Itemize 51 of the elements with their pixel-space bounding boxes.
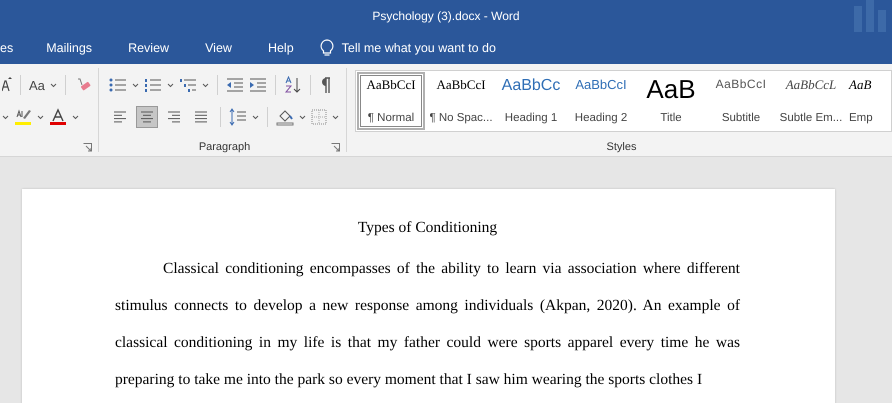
chevron-icon[interactable] xyxy=(252,114,259,120)
window-title: Psychology (3).docx - Word xyxy=(372,9,520,23)
chevron-icon[interactable] xyxy=(332,114,339,120)
multilevel-list-icon[interactable] xyxy=(179,77,197,93)
increase-indent-icon[interactable] xyxy=(249,77,267,93)
chevron-icon[interactable] xyxy=(202,82,209,88)
document-heading: Types of Conditioning xyxy=(356,219,498,237)
style-item[interactable]: AaBbCcI Subtitle xyxy=(707,72,775,130)
ribbon-tab[interactable]: Mailings xyxy=(26,41,108,55)
ribbon-tab[interactable]: View xyxy=(185,41,248,55)
borders-icon[interactable] xyxy=(311,109,327,125)
ribbon-tab[interactable]: Help xyxy=(248,41,310,55)
chevron-icon[interactable] xyxy=(299,114,306,120)
lightbulb-icon[interactable] xyxy=(320,39,334,57)
numbering-icon[interactable] xyxy=(144,77,162,93)
font-color-icon[interactable] xyxy=(49,108,67,126)
change-case-button[interactable]: Aa xyxy=(29,78,45,92)
style-item[interactable]: AaBbCcL Subtle Em... xyxy=(777,72,845,130)
ribbon-tab[interactable]: Review xyxy=(108,41,186,55)
align-button[interactable] xyxy=(136,106,158,128)
shading-icon[interactable] xyxy=(276,108,294,126)
chevron-icon[interactable] xyxy=(37,114,44,120)
pilcrow-icon[interactable] xyxy=(319,77,331,93)
style-item[interactable]: AaBbCcI ¶ Normal xyxy=(357,72,425,130)
sort-icon[interactable] xyxy=(284,76,302,94)
style-item[interactable]: AaB Emp xyxy=(847,72,875,130)
alignment-icon[interactable] xyxy=(139,110,155,124)
chevron-icon[interactable] xyxy=(132,82,139,88)
alignment-icon[interactable] xyxy=(112,110,128,124)
document-paragraph: Classical conditioning encompasses of the ability to learn via association where different stimulus connects to develop a new response among individuals (Akpan, 2020). An example of classical conditioning in my life is that my father could were sports apparel every time he was preparing to take me into the park so every moment that I saw him wearing the sports clothes I xyxy=(115,259,740,390)
style-item[interactable]: AaBbCc Heading 1 xyxy=(497,72,565,130)
ribbon-tab[interactable]: es xyxy=(0,41,26,55)
chevron-icon[interactable] xyxy=(72,114,79,120)
highlighter-icon[interactable] xyxy=(14,108,32,126)
chevron-icon[interactable] xyxy=(50,82,57,88)
alignment-icon[interactable] xyxy=(193,110,209,124)
style-item[interactable]: AaB Title xyxy=(637,72,705,130)
group-label: Paragraph xyxy=(198,141,250,153)
style-item[interactable]: AaBbCcI ¶ No Spac... xyxy=(427,72,495,130)
chevron-icon[interactable] xyxy=(167,82,174,88)
line-spacing-icon[interactable] xyxy=(229,108,247,126)
grow-font-icon[interactable] xyxy=(2,77,12,93)
dialog-launcher-icon[interactable] xyxy=(331,142,340,152)
group-label: Styles xyxy=(606,141,636,153)
style-item[interactable]: AaBbCcI Heading 2 xyxy=(567,72,635,130)
dialog-launcher-icon[interactable] xyxy=(83,142,92,152)
chevron-icon[interactable] xyxy=(2,114,9,120)
tell-me-search-field[interactable]: Tell me what you want to do xyxy=(342,41,496,55)
bullets-icon[interactable] xyxy=(109,77,127,93)
decrease-indent-icon[interactable] xyxy=(226,77,244,93)
alignment-icon[interactable] xyxy=(166,110,182,124)
